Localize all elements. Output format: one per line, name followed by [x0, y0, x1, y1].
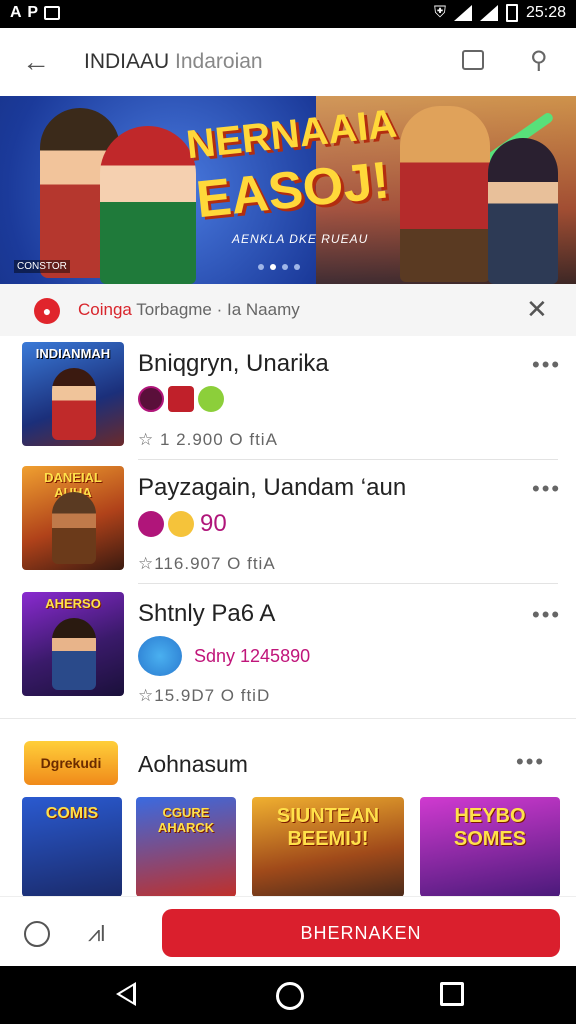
avatar-badge	[138, 386, 164, 412]
badge-text: Sdny 1245890	[194, 645, 311, 666]
status-right: ⛨ 25:28	[434, 4, 566, 22]
game-name[interactable]: Shtnly Pa6 A	[138, 600, 275, 628]
chart-icon[interactable]: ⩘l	[88, 921, 105, 947]
notice-text: Coinga Torbagme · Ia Naamy	[78, 300, 300, 320]
more-options-icon[interactable]: •••	[532, 352, 561, 378]
avatar-badge	[138, 511, 164, 537]
divider	[138, 583, 558, 584]
app-bar: ← INDIAAU Indaroian ⚲	[0, 28, 576, 96]
carousel-dot[interactable]	[294, 264, 300, 270]
close-icon[interactable]: ✕	[526, 294, 548, 325]
game-card[interactable]: CGURE AHARCK	[136, 797, 236, 897]
game-meta: ☆ 1 2.900 O ftiA	[138, 430, 278, 449]
game-card[interactable]: HEYBO SOMES	[420, 797, 560, 897]
thumbnail-label: AHERSO	[45, 596, 101, 611]
game-meta: ☆15.9D7 O ftiD	[138, 686, 271, 705]
banner-character	[488, 138, 558, 284]
badge-row: Sdny 1245890	[138, 636, 310, 676]
card-label: COMIS	[45, 805, 99, 822]
brand-logo-icon: ●	[34, 298, 60, 324]
mascot-badge	[138, 636, 182, 676]
cast-icon[interactable]	[462, 50, 484, 70]
more-options-icon[interactable]: •••	[532, 476, 561, 502]
status-bar: A P ⛨ 25:28	[0, 0, 576, 28]
emoji-badge	[168, 511, 194, 537]
nav-recents-icon[interactable]	[440, 982, 464, 1006]
carousel-dots	[258, 264, 300, 270]
search-icon[interactable]: ⚲	[530, 46, 548, 75]
thumbnail-character	[52, 368, 96, 440]
card-label: SIUNTEAN BEEMIJ!	[276, 805, 380, 850]
emblem-badge	[168, 386, 194, 412]
list-item[interactable]: DANEIAL AUHA Payzagain, Uandam ‘aun 90 ☆…	[0, 460, 576, 584]
primary-action-button[interactable]: BHERNAKEN	[162, 909, 560, 957]
bottom-action-bar: ⩘l BHERNAKEN	[0, 896, 576, 967]
game-meta: ☆116.907 O ftiA	[138, 554, 276, 573]
image-notification-icon	[44, 6, 60, 20]
banner-tagline: AENKLA DKE RUEAU	[232, 232, 369, 246]
carousel-dot[interactable]	[282, 264, 288, 270]
promo-banner[interactable]: NERNAAIA EASOJ! AENKLA DKE RUEAU CONSTOR	[0, 96, 576, 284]
section-logo: Dgrekudi	[24, 741, 118, 785]
banner-logo: CONSTOR	[14, 260, 70, 273]
carousel-dot[interactable]	[258, 264, 264, 270]
game-name[interactable]: Payzagain, Uandam ‘aun	[138, 474, 406, 502]
app-title: INDIAAU	[84, 50, 170, 73]
page-title: INDIAAU Indaroian	[84, 50, 263, 74]
notice-brand: Coinga	[78, 300, 132, 319]
game-name[interactable]: Bniqgryn, Unarika	[138, 350, 329, 378]
signal-icon	[479, 5, 498, 21]
app-subtitle: Indaroian	[175, 50, 263, 73]
more-options-icon[interactable]: •••	[532, 602, 561, 628]
game-card[interactable]: SIUNTEAN BEEMIJ!	[252, 797, 404, 897]
nav-back-icon[interactable]	[116, 982, 136, 1006]
badge-row: 90	[138, 510, 227, 538]
game-thumbnail[interactable]: AHERSO	[22, 592, 124, 696]
thumbnail-character	[52, 492, 96, 564]
back-arrow-icon[interactable]: ←	[22, 48, 50, 76]
vpn-icon: ⛨	[433, 4, 446, 21]
smile-badge	[198, 386, 224, 412]
recommendation-section: Dgrekudi Aohnasum ••• COMIS CGURE AHARCK…	[0, 718, 576, 899]
battery-icon	[505, 4, 518, 22]
status-left-text: A P	[10, 4, 40, 21]
notice-bar[interactable]: ● Coinga Torbagme · Ia Naamy ✕	[0, 284, 576, 336]
game-card[interactable]: COMIS	[22, 797, 122, 897]
wifi-icon	[453, 5, 472, 21]
list-item[interactable]: AHERSO Shtnly Pa6 A Sdny 1245890 ☆15.9D7…	[0, 586, 576, 710]
card-label: HEYBO SOMES	[453, 805, 527, 850]
banner-character	[100, 126, 196, 284]
notice-message: Torbagme · Ia Naamy	[131, 300, 300, 319]
card-label: CGURE AHARCK	[157, 805, 215, 835]
game-thumbnail[interactable]: INDIANMAH	[22, 342, 124, 446]
banner-character	[400, 106, 490, 282]
game-thumbnail[interactable]: DANEIAL AUHA	[22, 466, 124, 570]
system-navigation-bar	[0, 966, 576, 1024]
more-options-icon[interactable]: •••	[516, 749, 545, 775]
badge-row	[138, 386, 224, 412]
list-item[interactable]: INDIANMAH Bniqgryn, Unarika ☆ 1 2.900 O …	[0, 336, 576, 460]
badge-text: 90	[200, 510, 227, 537]
section-title: Aohnasum	[138, 751, 248, 777]
thumbnail-character	[52, 618, 96, 690]
nav-home-icon[interactable]	[276, 982, 304, 1010]
thumbnail-label: INDIANMAH	[35, 346, 111, 361]
status-time: 25:28	[525, 4, 566, 21]
carousel-dot-active[interactable]	[270, 264, 276, 270]
clock-icon[interactable]	[24, 921, 50, 947]
